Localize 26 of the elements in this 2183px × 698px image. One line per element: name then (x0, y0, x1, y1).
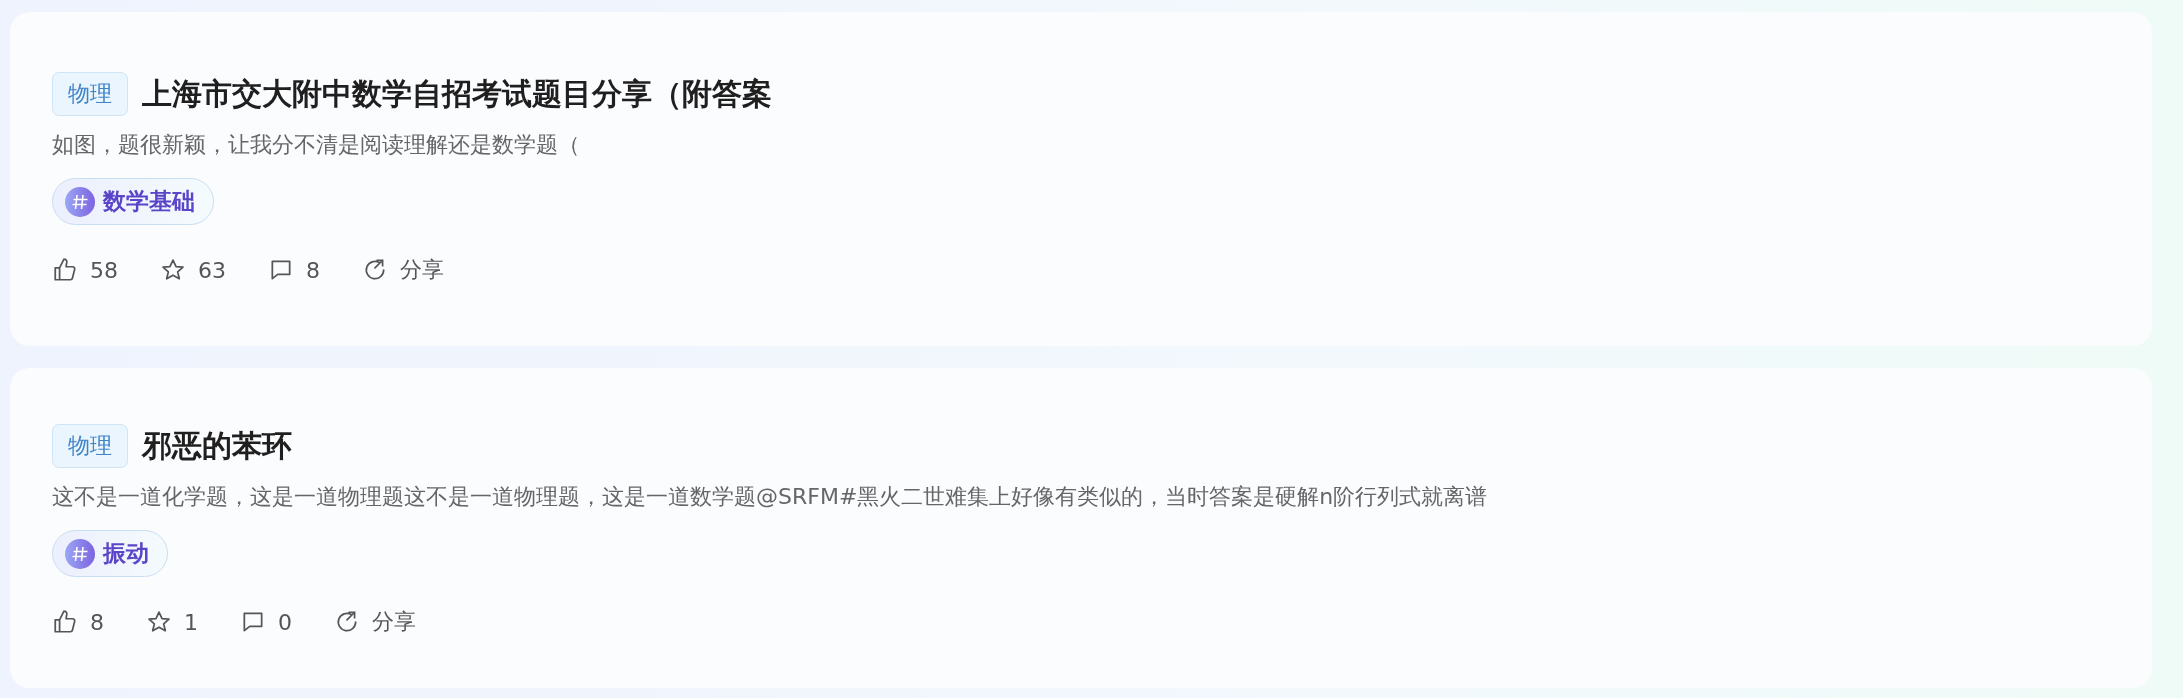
post-excerpt: 如图，题很新颖，让我分不清是阅读理解还是数学题（ (52, 131, 580, 159)
speech-bubble-icon (268, 257, 294, 283)
star-icon (160, 257, 186, 283)
hash-icon (65, 538, 95, 569)
post-title[interactable]: 上海市交大附中数学自招考试题目分享（附答案 (142, 73, 772, 115)
favorite-button[interactable]: 63 (160, 257, 226, 283)
favorite-button[interactable]: 1 (146, 609, 198, 635)
thumbs-up-icon (52, 609, 78, 635)
hash-icon (65, 186, 95, 217)
share-button[interactable]: 分享 (334, 607, 416, 637)
speech-bubble-icon (240, 609, 266, 635)
category-badge: 物理 (52, 424, 128, 468)
like-button[interactable]: 58 (52, 257, 118, 283)
topic-tag[interactable]: 数学基础 (52, 178, 214, 225)
post-card[interactable]: 物理 上海市交大附中数学自招考试题目分享（附答案 如图，题很新颖，让我分不清是阅读理解还是数学题（ 数学基础 58 63 8 分享 (10, 12, 2152, 346)
star-icon (146, 609, 172, 635)
post-card[interactable]: 物理 邪恶的苯环 这不是一道化学题，这是一道物理题这不是一道物理题，这是一道数学题@SRFM#黑火二世难集上好像有类似的，当时答案是硬解n阶行列式就离谱 振动 8 1 0 分享 (10, 368, 2152, 688)
topic-tag[interactable]: 振动 (52, 530, 168, 577)
like-button[interactable]: 8 (52, 609, 104, 635)
thumbs-up-icon (52, 257, 78, 283)
share-button[interactable]: 分享 (362, 255, 444, 285)
post-title[interactable]: 邪恶的苯环 (142, 425, 292, 467)
post-excerpt: 这不是一道化学题，这是一道物理题这不是一道物理题，这是一道数学题@SRFM#黑火二世难集上好像有类似的，当时答案是硬解n阶行列式就离谱 (52, 483, 1488, 511)
comment-button[interactable]: 8 (268, 257, 320, 283)
comment-button[interactable]: 0 (240, 609, 292, 635)
category-badge: 物理 (52, 72, 128, 116)
